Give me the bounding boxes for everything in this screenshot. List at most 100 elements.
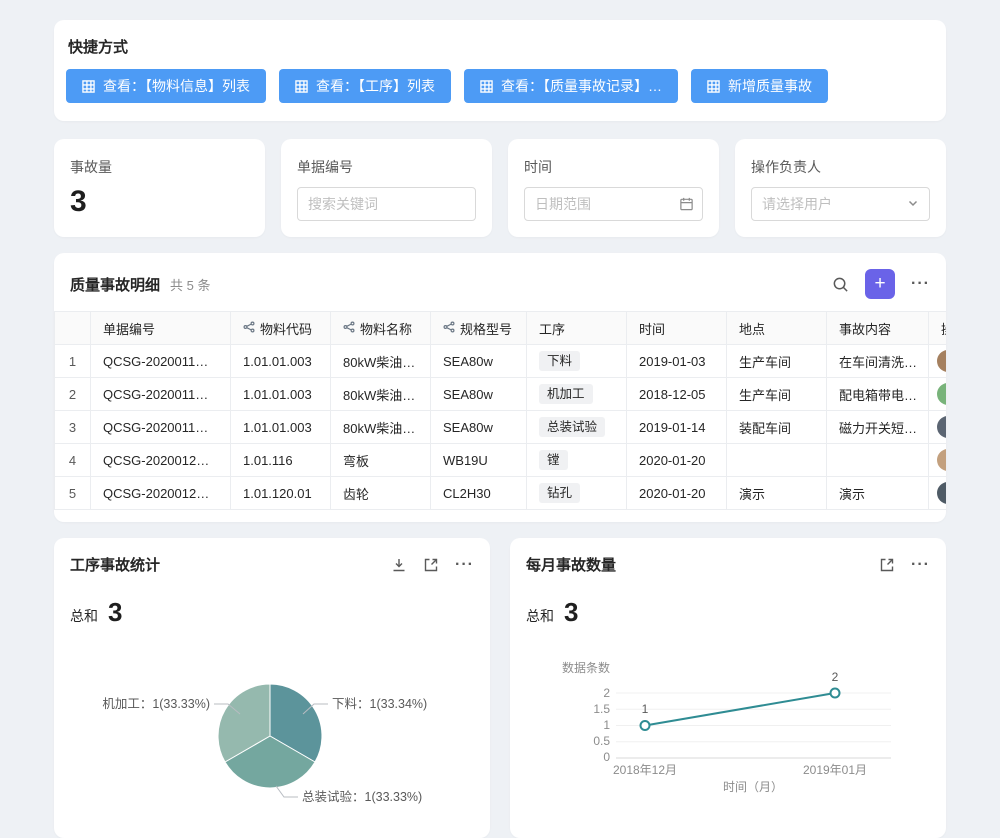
- col-place: 地点: [727, 312, 827, 345]
- operator-label: 操作负责人: [751, 157, 930, 177]
- col-spec: 规格型号: [431, 312, 527, 345]
- cell-doc: QCSG-2020012…: [91, 477, 231, 510]
- cell-content: [827, 444, 929, 477]
- operator-filter-card: 操作负责人 请选择用户: [735, 139, 946, 237]
- cell-content: 磁力开关短…: [827, 411, 929, 444]
- view-quality-records-button[interactable]: 查看：【质量事故记录】…: [464, 69, 678, 103]
- col-material-code: 物料代码: [231, 312, 331, 345]
- table-row[interactable]: 5 QCSG-2020012… 1.01.120.01 齿轮 CL2H30 钻孔…: [55, 477, 947, 510]
- process-tag: 下料: [539, 351, 580, 371]
- total-value: 3: [108, 597, 122, 628]
- avatar: [937, 350, 946, 372]
- data-label: 1: [642, 702, 649, 716]
- add-record-button[interactable]: +: [865, 269, 895, 299]
- cell-process: 镗: [527, 444, 627, 477]
- cell-spec: SEA80w: [431, 411, 527, 444]
- process-stats-card: 工序事故统计 ··· 总和 3: [54, 538, 490, 838]
- cell-spec: SEA80w: [431, 378, 527, 411]
- cell-content: 在车间清洗…: [827, 345, 929, 378]
- charts-row: 工序事故统计 ··· 总和 3: [54, 538, 946, 838]
- cell-process: 下料: [527, 345, 627, 378]
- filter-row: 事故量 3 单据编号 时间 操作负责人 请选择用户: [54, 139, 946, 237]
- expand-icon[interactable]: [423, 557, 439, 573]
- button-label: 查看：【物料信息】列表: [103, 76, 250, 96]
- cell-place: 生产车间: [727, 378, 827, 411]
- calendar-icon[interactable]: [679, 197, 694, 212]
- grid-icon: [82, 80, 95, 93]
- grid-icon: [295, 80, 308, 93]
- view-material-list-button[interactable]: 查看：【物料信息】列表: [66, 69, 266, 103]
- total-label: 总和: [526, 606, 554, 626]
- table-row[interactable]: 3 QCSG-2020011… 1.01.01.003 80kW柴油… SEA8…: [55, 411, 947, 444]
- y-tick: 0: [603, 750, 610, 764]
- pie-label-jijiagong: 机加工：1(33.33%): [102, 697, 210, 711]
- button-label: 查看：【工序】列表: [316, 76, 435, 96]
- data-point-jan2019[interactable]: [831, 689, 840, 698]
- cell-spec: CL2H30: [431, 477, 527, 510]
- cell-operator: [929, 345, 947, 378]
- cell-name: 80kW柴油…: [331, 411, 431, 444]
- cell-name: 齿轮: [331, 477, 431, 510]
- col-content: 事故内容: [827, 312, 929, 345]
- process-tag: 总装试验: [539, 417, 605, 437]
- avatar: [937, 449, 946, 471]
- doc-number-filter-card: 单据编号: [281, 139, 492, 237]
- x-tick-jan2019: 2019年01月: [803, 763, 867, 777]
- pie-chart-title: 工序事故统计: [70, 554, 160, 575]
- x-axis-name: 时间（月）: [723, 780, 783, 794]
- col-operator: 操作负责人: [929, 312, 947, 345]
- more-menu-icon[interactable]: ···: [911, 276, 930, 292]
- dashboard-page: 快捷方式 查看：【物料信息】列表 查看：【工序】列表 查看：【质量事故记录】…: [54, 0, 946, 838]
- add-quality-incident-button[interactable]: 新增质量事故: [691, 69, 828, 103]
- more-menu-icon[interactable]: ···: [455, 557, 474, 573]
- process-tag: 机加工: [539, 384, 593, 404]
- cell-operator: [929, 477, 947, 510]
- user-select[interactable]: 请选择用户: [751, 187, 930, 221]
- shortcuts-title: 快捷方式: [66, 34, 934, 69]
- table-row[interactable]: 4 QCSG-2020012… 1.01.116 弯板 WB19U 镗 2020…: [55, 444, 947, 477]
- cell-doc: QCSG-2020011…: [91, 378, 231, 411]
- cell-time: 2020-01-20: [627, 444, 727, 477]
- y-tick: 2: [603, 686, 610, 700]
- total-value: 3: [564, 597, 578, 628]
- search-icon[interactable]: [832, 276, 849, 293]
- view-process-list-button[interactable]: 查看：【工序】列表: [279, 69, 451, 103]
- cell-operator: [929, 378, 947, 411]
- cell-code: 1.01.120.01: [231, 477, 331, 510]
- cell-place: [727, 444, 827, 477]
- cell-time: 2019-01-14: [627, 411, 727, 444]
- monthly-count-card: 每月事故数量 ··· 总和 3 数据条数: [510, 538, 946, 838]
- pie-chart: 机加工：1(33.33%) 下料：1(33.34%) 总装试验：1(33.33%…: [70, 634, 474, 807]
- quality-incident-table-card: 质量事故明细 共 5 条 + ··· 单据编号 物料代码 物料名称: [54, 253, 946, 522]
- col-time: 时间: [627, 312, 727, 345]
- more-menu-icon[interactable]: ···: [911, 557, 930, 573]
- expand-icon[interactable]: [879, 557, 895, 573]
- col-process: 工序: [527, 312, 627, 345]
- avatar: [937, 416, 946, 438]
- doc-number-search-input[interactable]: [297, 187, 476, 221]
- cell-spec: WB19U: [431, 444, 527, 477]
- process-tag: 钻孔: [539, 483, 580, 503]
- export-image-icon[interactable]: [391, 557, 407, 573]
- button-label: 查看：【质量事故记录】…: [501, 76, 662, 96]
- cell-code: 1.01.01.003: [231, 411, 331, 444]
- shortcuts-card: 快捷方式 查看：【物料信息】列表 查看：【工序】列表 查看：【质量事故记录】…: [54, 20, 946, 121]
- pie-label-xialiao: 下料：1(33.34%): [332, 697, 427, 711]
- date-range-input[interactable]: [524, 187, 703, 221]
- table-header-row: 单据编号 物料代码 物料名称 规格型号 工序 时间 地点 事故内容 操作负责人: [55, 312, 947, 345]
- cell-process: 钻孔: [527, 477, 627, 510]
- cell-content: 配电箱带电…: [827, 378, 929, 411]
- button-label: 新增质量事故: [728, 76, 812, 96]
- avatar: [937, 383, 946, 405]
- cell-process: 总装试验: [527, 411, 627, 444]
- cell-doc: QCSG-2020012…: [91, 444, 231, 477]
- data-point-dec2018[interactable]: [641, 721, 650, 730]
- cell-spec: SEA80w: [431, 345, 527, 378]
- cell-operator: [929, 411, 947, 444]
- avatar: [937, 482, 946, 504]
- table-row[interactable]: 2 QCSG-2020011… 1.01.01.003 80kW柴油… SEA8…: [55, 378, 947, 411]
- cell-code: 1.01.116: [231, 444, 331, 477]
- shortcuts-button-row: 查看：【物料信息】列表 查看：【工序】列表 查看：【质量事故记录】… 新增质量事…: [66, 69, 934, 103]
- cell-time: 2020-01-20: [627, 477, 727, 510]
- table-row[interactable]: 1 QCSG-2020011… 1.01.01.003 80kW柴油… SEA8…: [55, 345, 947, 378]
